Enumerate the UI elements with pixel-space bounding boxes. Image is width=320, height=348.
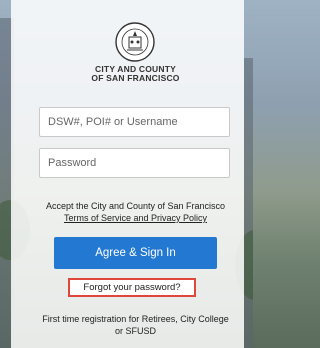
sign-in-button[interactable]: Agree & Sign In [54,237,217,269]
login-card: CITY AND COUNTY OF SAN FRANCISCO Accept … [11,0,244,348]
forgot-password-link[interactable]: Forgot your password? [68,278,196,297]
password-input[interactable] [39,148,230,178]
first-time-registration-link-cont[interactable]: or SFUSD [11,326,260,337]
terms-link[interactable]: Terms of Service and Privacy Policy [11,213,260,224]
org-name-line2: OF SAN FRANCISCO [91,73,180,83]
first-time-registration-link[interactable]: First time registration for Retirees, Ci… [11,314,260,325]
username-input[interactable] [39,107,230,137]
city-seal-icon [115,22,155,62]
terms-accept-text: Accept the City and County of San Franci… [45,201,226,211]
